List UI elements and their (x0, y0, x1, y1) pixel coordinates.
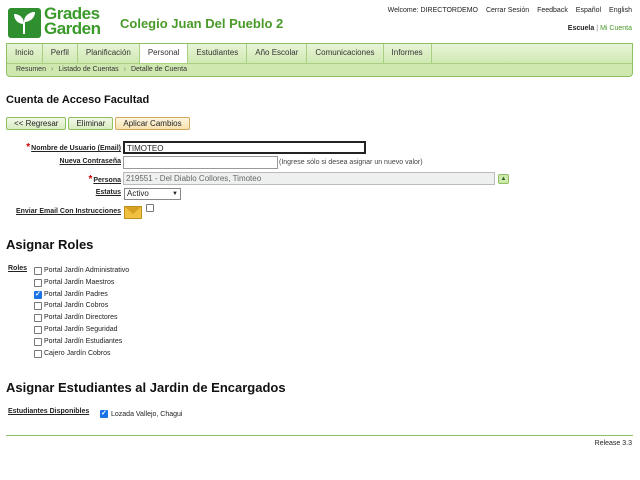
logout-link[interactable]: Cerrar Sesión (486, 7, 529, 14)
tab-informes[interactable]: Informes (384, 44, 432, 63)
tab-planificacion[interactable]: Planificación (78, 44, 140, 63)
role-checkbox[interactable] (34, 302, 42, 311)
email-instructions-checkbox[interactable] (146, 204, 154, 212)
required-marker: * (88, 174, 93, 185)
lang-en-link[interactable]: English (609, 7, 632, 14)
logo-wordmark: Grades Garden (44, 4, 101, 38)
welcome-text: Welcome: DIRECTORDEMO (387, 7, 478, 14)
school-links: Escuela | Mi Cuenta (568, 25, 632, 32)
tab-personal[interactable]: Personal (139, 44, 189, 63)
username-label: *Nombre de Usuario (Email) (26, 142, 121, 153)
role-checkbox[interactable] (34, 337, 42, 346)
breadcrumb-detalle[interactable]: Detalle de Cuenta (131, 66, 187, 73)
role-label: Portal Jardín Padres (44, 290, 108, 298)
tab-perfil[interactable]: Perfil (43, 44, 78, 63)
role-checkbox[interactable] (34, 278, 42, 287)
breadcrumb-resumen[interactable]: Resumen (16, 66, 46, 73)
required-marker: * (26, 142, 31, 153)
grades-garden-logo[interactable]: Grades Garden (8, 4, 108, 40)
role-checkbox[interactable] (34, 290, 42, 299)
breadcrumb-listado[interactable]: Listado de Cuentas (58, 66, 118, 73)
role-label: Portal Jardín Administrativo (44, 267, 130, 274)
envelope-icon[interactable] (124, 206, 142, 219)
tab-comunicaciones[interactable]: Comunicaciones (307, 44, 384, 63)
person-label: *Persona (88, 174, 121, 185)
tab-inicio[interactable]: Inicio (7, 44, 43, 63)
delete-button[interactable]: Eliminar (68, 117, 114, 130)
available-students-label: Estudiantes Disponibles (8, 408, 90, 415)
status-label: Estatus (95, 189, 121, 196)
page-title: Cuenta de Acceso Facultad (6, 94, 150, 106)
expand-up-icon[interactable]: ▲ (498, 174, 509, 184)
role-label: Portal Jardín Maestros (44, 278, 115, 286)
role-checkbox[interactable] (34, 267, 42, 275)
roles-label: Roles (8, 265, 28, 272)
status-select[interactable]: Activo ▼ (124, 188, 181, 200)
password-input[interactable] (123, 156, 278, 169)
school-link[interactable]: Escuela (568, 25, 594, 32)
student-name: Lozada Vallejo, Chagui (111, 411, 183, 418)
role-checkbox[interactable] (34, 325, 42, 334)
person-field: 219551 - Del Diablo Collores, Timoteo (123, 172, 495, 185)
tab-ano-escolar[interactable]: Año Escolar (247, 44, 308, 63)
school-name: Colegio Juan Del Pueblo 2 (120, 16, 284, 31)
release-version: Release 3.3 (594, 440, 632, 447)
top-links: Welcome: DIRECTORDEMO Cerrar Sesión Feed… (382, 7, 632, 14)
main-nav: Inicio Perfil Planificación Personal Est… (6, 43, 633, 63)
apply-changes-button[interactable]: Aplicar Cambios (115, 117, 190, 130)
chevron-down-icon: ▼ (172, 191, 178, 197)
tab-estudiantes[interactable]: Estudiantes (188, 44, 248, 63)
username-input[interactable]: TIMOTEO (123, 141, 366, 154)
role-label: Portal Jardín Estudiantes (44, 337, 123, 345)
lang-es-link[interactable]: Español (576, 7, 601, 14)
roles-section-title: Asignar Roles (6, 237, 94, 252)
students-section-title: Asignar Estudiantes al Jardin de Encarga… (6, 380, 286, 395)
action-buttons: << Regresar Eliminar Aplicar Cambios (6, 117, 190, 130)
feedback-link[interactable]: Feedback (537, 7, 568, 14)
footer-divider (6, 435, 633, 436)
status-select-value: Activo (127, 189, 149, 198)
my-account-link[interactable]: Mi Cuenta (600, 25, 632, 32)
email-instructions-label: Enviar Email Con Instrucciones (15, 208, 121, 215)
chevron-right-icon: › (123, 66, 126, 73)
student-checkbox[interactable] (100, 409, 108, 418)
role-label: Portal Jardín Seguridad (44, 325, 118, 333)
chevron-right-icon: › (50, 66, 54, 73)
role-checkbox[interactable] (34, 314, 42, 323)
school-links-separator: | (596, 25, 599, 32)
breadcrumb: Resumen › Listado de Cuentas › Detalle de Cu… (6, 63, 633, 77)
role-checkbox[interactable] (34, 349, 42, 358)
back-button[interactable]: << Regresar (6, 117, 67, 130)
role-label: Portal Jardín Cobros (44, 302, 109, 310)
role-label: Cajero Jardín Cobros (44, 349, 111, 357)
role-label: Portal Jardín Directores (44, 314, 118, 322)
password-hint: (Ingrese sólo si desea asignar un nuevo … (279, 159, 423, 166)
password-label: Nueva Contraseña (59, 158, 121, 165)
sprout-icon (8, 8, 41, 38)
